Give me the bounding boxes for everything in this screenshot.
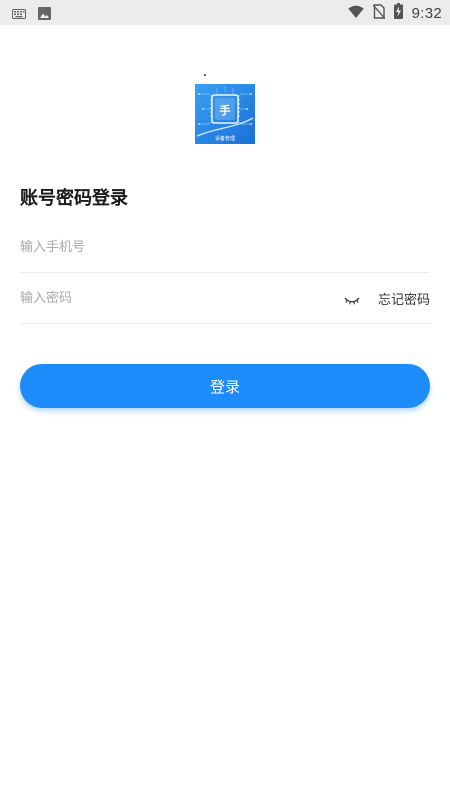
phone-input[interactable] [20, 222, 320, 272]
password-field-row: 忘记密码 [20, 273, 430, 324]
battery-charging-icon [393, 3, 403, 23]
app-logo-icon: 手 设备管理 [195, 84, 255, 144]
eye-closed-icon[interactable] [344, 292, 360, 305]
forgot-password-link[interactable]: 忘记密码 [378, 289, 430, 308]
wifi-icon [347, 4, 364, 23]
phone-field-row [20, 222, 430, 273]
no-sim-icon [372, 3, 386, 23]
image-icon [38, 5, 51, 24]
password-input[interactable] [20, 273, 320, 323]
login-button[interactable]: 登录 [20, 364, 430, 408]
page-title: 账号密码登录 [20, 188, 128, 209]
clock-time: 9:32 [411, 4, 442, 22]
status-bar: 9:32 [0, 0, 450, 25]
keyboard-icon [12, 5, 26, 24]
logo-glyph: 手 [220, 103, 231, 117]
logo-caption: 设备管理 [215, 135, 235, 142]
decorative-dot [204, 74, 206, 76]
